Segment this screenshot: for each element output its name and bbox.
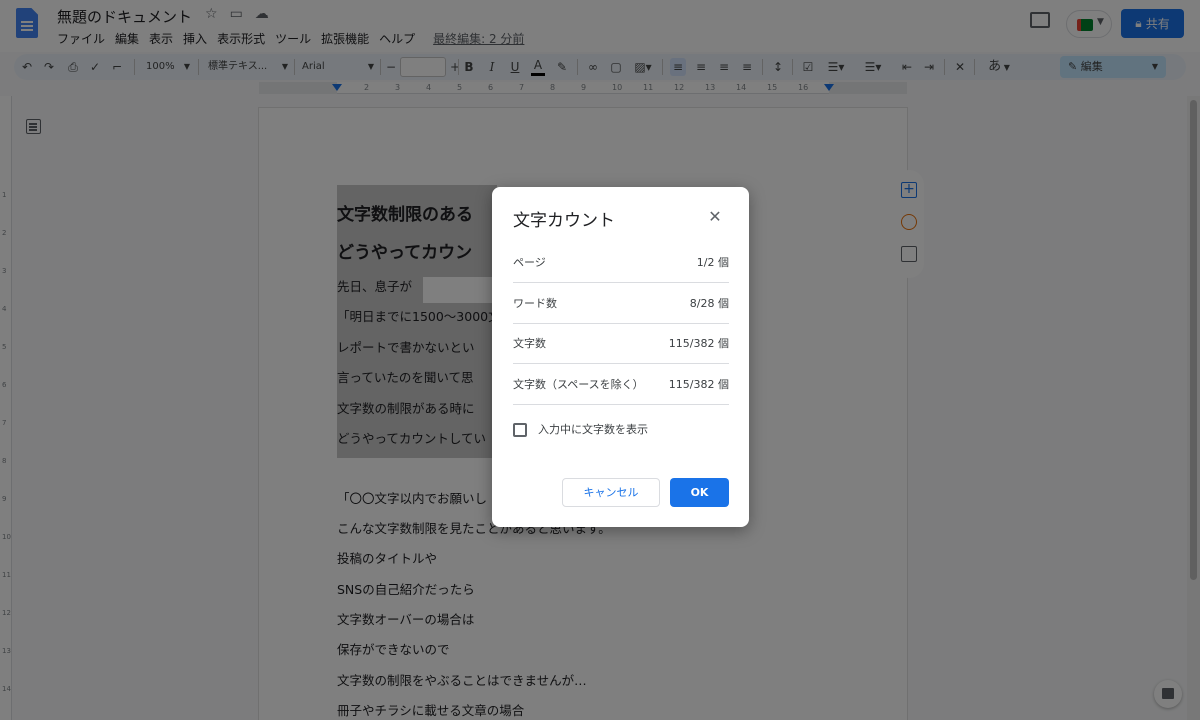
word-count-dialog: 文字カウント ✕ ページ 1/2 個 ワード数 8/28 個 文字数 115/3… <box>492 187 749 527</box>
stat-label: 文字数（スペースを除く） <box>513 378 644 391</box>
stat-value: 1/2 個 <box>696 256 729 269</box>
cancel-button[interactable]: キャンセル <box>562 478 660 507</box>
stat-label: ページ <box>513 256 546 269</box>
stat-label: 文字数 <box>513 337 546 350</box>
ok-button[interactable]: OK <box>670 478 729 507</box>
display-word-count-checkbox[interactable] <box>513 423 527 437</box>
stat-value: 115/382 個 <box>668 378 729 391</box>
stat-label: ワード数 <box>513 297 557 310</box>
display-word-count-label[interactable]: 入力中に文字数を表示 <box>538 423 648 437</box>
stat-row-words: ワード数 8/28 個 <box>513 283 729 324</box>
dialog-title: 文字カウント <box>513 211 615 231</box>
stat-row-pages: ページ 1/2 個 <box>513 242 729 283</box>
stat-value: 115/382 個 <box>668 337 729 350</box>
stat-row-characters-no-spaces: 文字数（スペースを除く） 115/382 個 <box>513 364 729 405</box>
stat-row-characters: 文字数 115/382 個 <box>513 323 729 364</box>
close-icon[interactable]: ✕ <box>706 208 724 226</box>
stat-value: 8/28 個 <box>689 297 729 310</box>
